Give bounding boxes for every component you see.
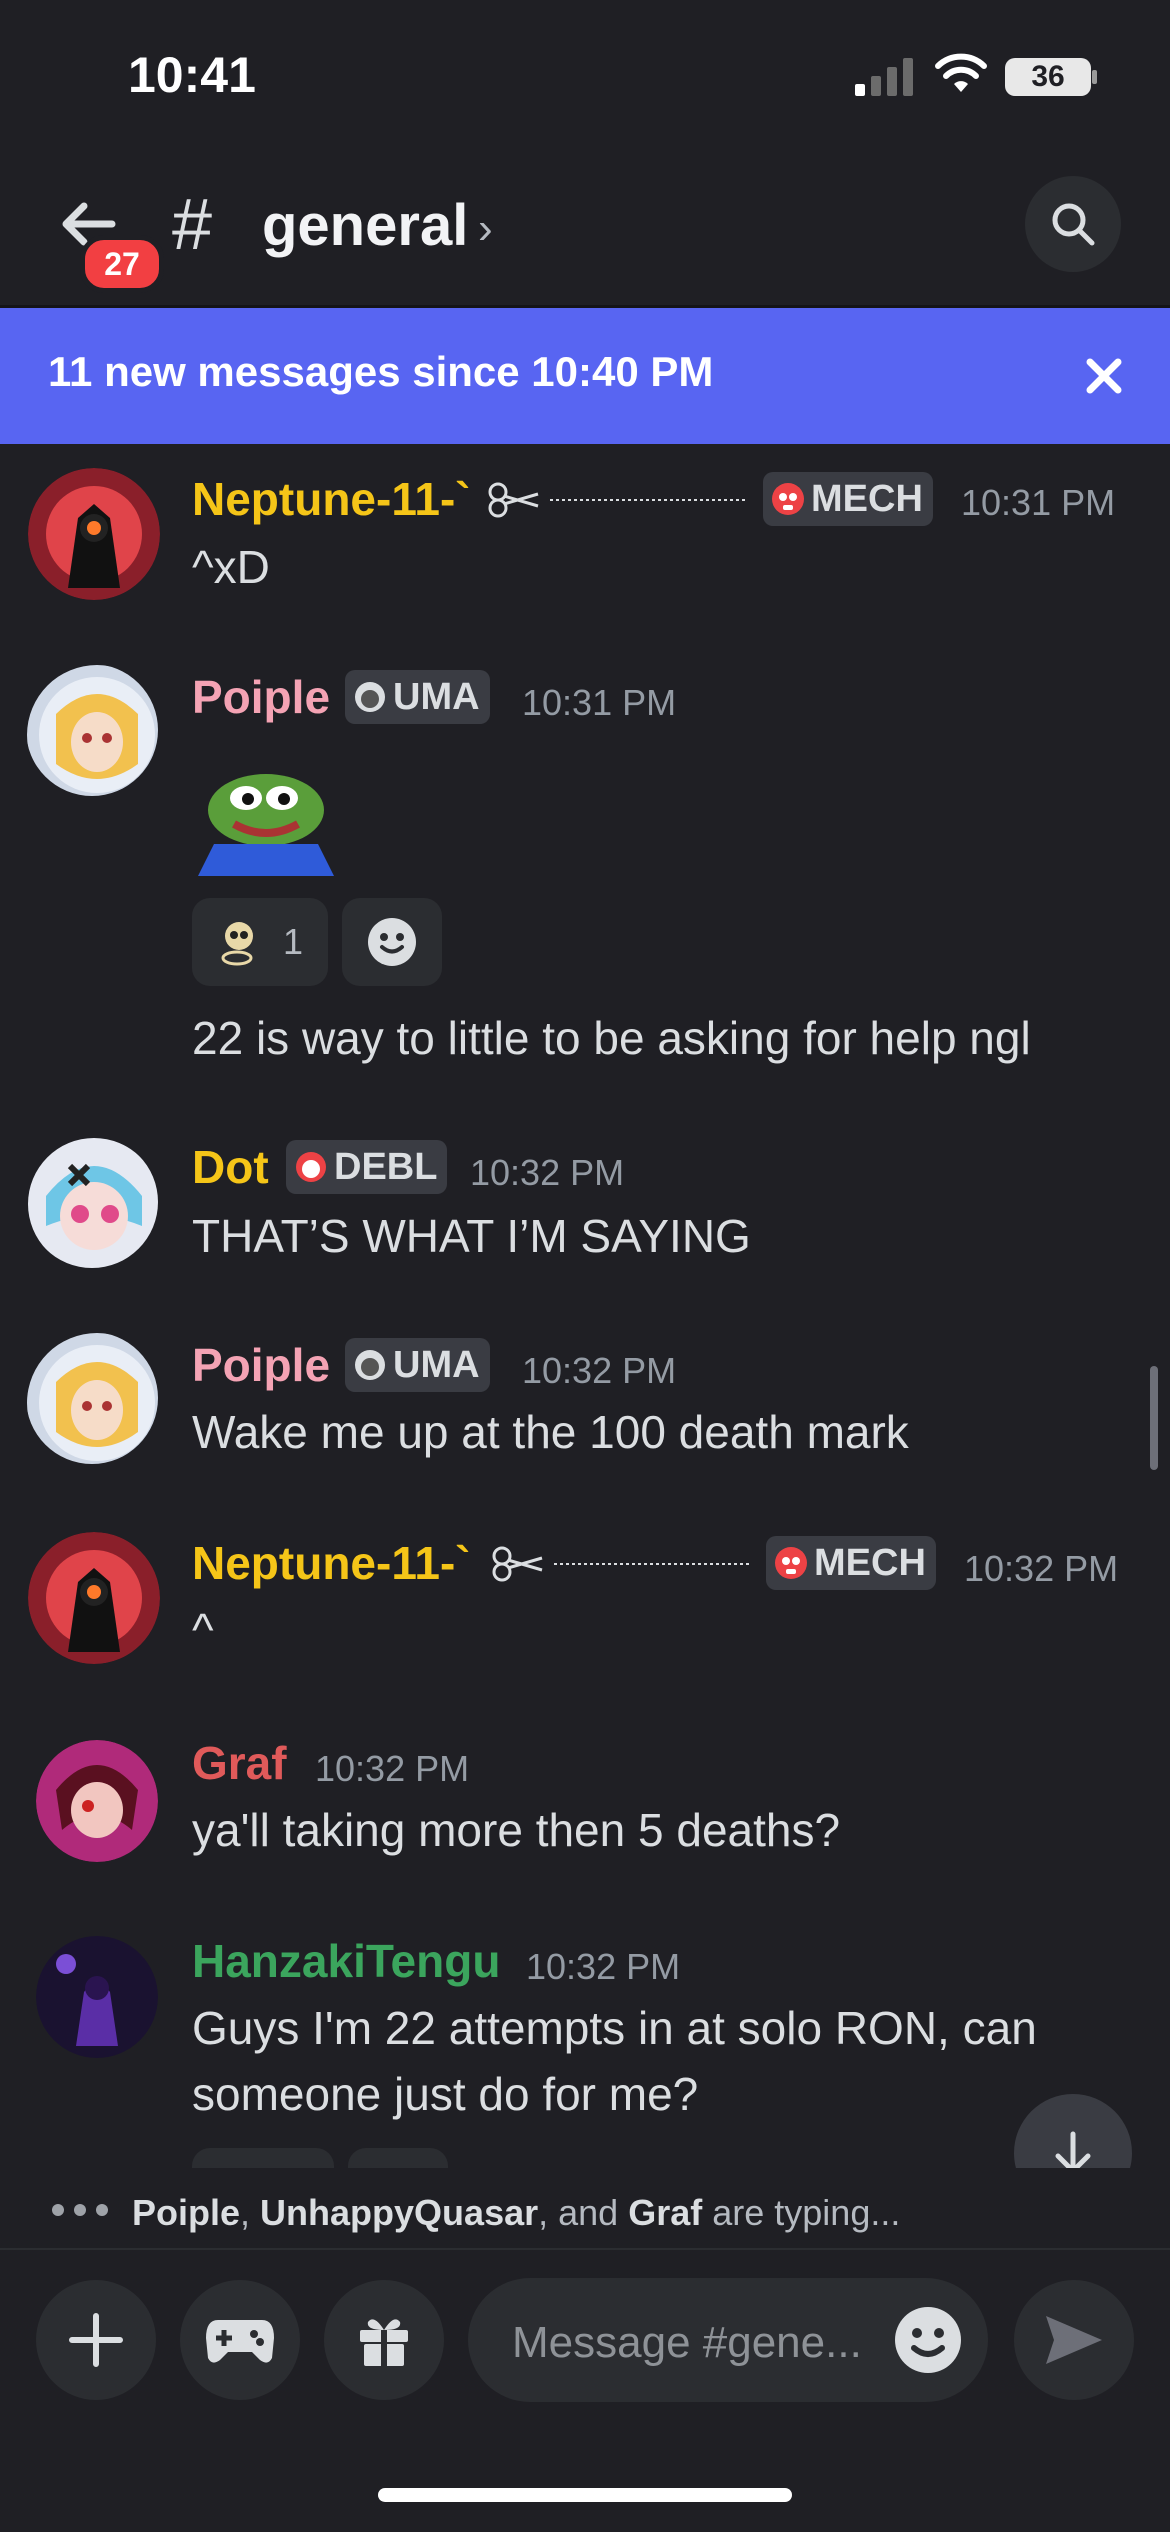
username[interactable]: Neptune-11-` [192, 1536, 471, 1590]
typing-user: UnhappyQuasar [260, 2192, 539, 2233]
timestamp: 10:32 PM [470, 1152, 625, 1193]
home-indicator[interactable] [378, 2488, 792, 2502]
timestamp: 10:31 PM [522, 682, 677, 723]
role-tag: MECH [763, 472, 933, 526]
message-text: 22 is way to little to be asking for hel… [192, 1012, 1031, 1064]
typing-user: Graf [628, 2192, 703, 2233]
send-icon [1046, 2316, 1102, 2364]
role-icon [296, 1152, 326, 1182]
typing-separator: , [240, 2192, 261, 2233]
search-icon [1052, 203, 1095, 246]
avatar[interactable] [26, 664, 158, 796]
unread-badge: 27 [80, 235, 164, 293]
username[interactable]: Graf [192, 1736, 287, 1790]
banner-text: 11 new messages since 10:40 PM [48, 348, 714, 395]
timestamp: 10:32 PM [315, 1748, 470, 1789]
role-tag-label: UMA [393, 675, 480, 718]
skull-icon [775, 1547, 807, 1579]
plus-icon [69, 2313, 123, 2367]
pepe-emoji-sticker [198, 774, 334, 876]
add-attachment-button[interactable] [36, 2280, 156, 2400]
message-text: Wake me up at the 100 death mark [192, 1406, 909, 1458]
channel-hash-icon: # [172, 185, 213, 265]
username[interactable]: HanzakiTengu [192, 1934, 500, 1988]
avatar[interactable] [28, 1532, 160, 1664]
scrollbar[interactable] [1150, 1366, 1158, 1470]
channel-chevron-icon[interactable]: › [478, 204, 493, 254]
message-text: ya'll taking more then 5 deaths? [192, 1804, 841, 1856]
activities-button[interactable] [180, 2280, 300, 2400]
role-tag-label: MECH [814, 1541, 926, 1584]
avatar[interactable] [28, 468, 160, 600]
message-text: someone just do for me? [192, 2068, 699, 2120]
battery-indicator: 36 [1005, 58, 1091, 96]
gift-button[interactable] [324, 2280, 444, 2400]
role-tag-label: DEBL [334, 1145, 438, 1188]
avatar[interactable] [36, 1740, 158, 1862]
composer-divider [0, 2248, 1170, 2250]
role-icon [355, 682, 385, 712]
typing-separator: , and [538, 2192, 629, 2233]
role-tag: MECH [766, 1536, 936, 1590]
timestamp: 10:32 PM [522, 1350, 677, 1391]
new-messages-banner[interactable]: 11 new messages since 10:40 PM [0, 308, 1170, 444]
gamepad-icon [206, 2320, 274, 2363]
role-tag-label: MECH [811, 477, 923, 520]
gift-icon [360, 2319, 408, 2366]
avatar[interactable] [36, 1936, 158, 2058]
skull-icon [772, 483, 804, 515]
role-tag: DEBL [286, 1140, 448, 1194]
username[interactable]: Dot [192, 1140, 269, 1194]
message-input-placeholder: Message #gene... [512, 2318, 862, 2367]
scissors-decoration-icon [488, 482, 746, 518]
emoji-smile-icon [368, 918, 416, 966]
status-time: 10:41 [128, 47, 256, 103]
message-text: Guys I'm 22 attempts in at solo RON, can [192, 2002, 1037, 2054]
role-icon [355, 1350, 385, 1380]
typing-indicator-text: Poiple, UnhappyQuasar, and Graf are typi… [132, 2192, 900, 2234]
add-reaction-button[interactable] [342, 898, 442, 986]
typing-suffix: are typing... [702, 2192, 901, 2233]
wifi-icon [935, 53, 987, 92]
emoji-picker-icon[interactable] [892, 2304, 964, 2376]
skull-emoji-icon [221, 922, 253, 966]
cellular-signal-icon [855, 58, 913, 96]
typing-dot [74, 2204, 86, 2216]
typing-dot [52, 2204, 64, 2216]
battery-tip [1092, 70, 1097, 84]
avatar[interactable] [26, 1332, 158, 1464]
timestamp: 10:32 PM [964, 1548, 1119, 1589]
username[interactable]: Neptune-11-` [192, 472, 471, 526]
send-button[interactable] [1014, 2280, 1134, 2400]
role-tag: UMA [345, 1338, 490, 1392]
username[interactable]: Poiple [192, 1338, 330, 1392]
reaction-chip[interactable]: 1 [192, 898, 328, 986]
role-tag-label: UMA [393, 1343, 480, 1386]
search-button[interactable] [1025, 176, 1121, 272]
timestamp: 10:31 PM [961, 482, 1116, 523]
role-tag: UMA [345, 670, 490, 724]
avatar[interactable] [26, 1136, 158, 1268]
message-text: ^ [192, 1604, 214, 1656]
channel-title[interactable]: general [262, 192, 468, 259]
message-text: THAT’S WHAT I’M SAYING [192, 1210, 751, 1262]
timestamp: 10:32 PM [526, 1946, 681, 1987]
message-text: ^xD [192, 541, 270, 593]
typing-dot [96, 2204, 108, 2216]
reaction-count: 1 [282, 921, 304, 962]
username[interactable]: Poiple [192, 670, 330, 724]
scissors-decoration-icon [492, 1546, 750, 1582]
close-icon[interactable] [1084, 356, 1124, 396]
typing-user: Poiple [132, 2192, 241, 2233]
